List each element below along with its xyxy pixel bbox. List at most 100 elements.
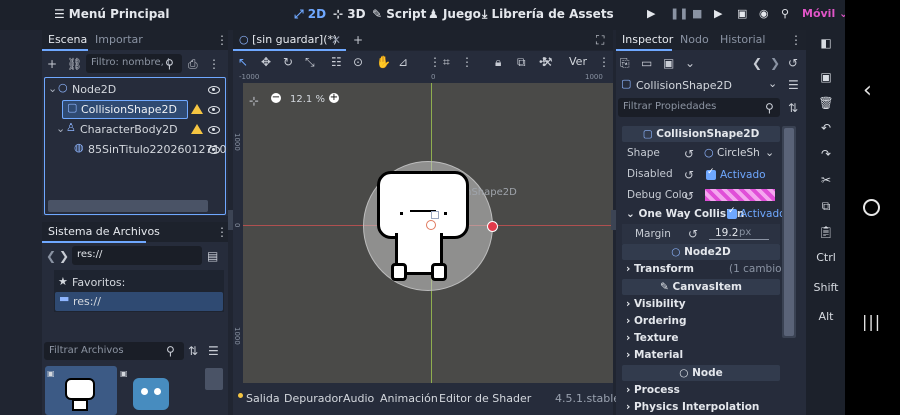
disabled-checkbox[interactable] — [706, 167, 716, 180]
path-input[interactable]: res:// — [72, 246, 202, 265]
mode-assetlib-button[interactable]: ⤓ Librería de Assets — [482, 7, 614, 22]
animation-tab[interactable]: Animación — [380, 392, 438, 405]
tree-item-collisionshape2d[interactable]: ▢ CollisionShape2D — [62, 100, 188, 119]
recents-nav-icon[interactable]: ||| — [862, 312, 881, 331]
delete-icon[interactable]: 🗑︎ — [810, 96, 842, 110]
res-folder-item[interactable]: ▬ res:// — [55, 292, 223, 311]
texture-category[interactable]: › Texture — [626, 332, 678, 344]
canvas-2d[interactable]: onShape2D — [243, 83, 613, 383]
revert-icon[interactable]: ↺ — [688, 227, 698, 241]
ordering-category[interactable]: › Ordering — [626, 315, 687, 327]
renderer-select[interactable]: Móvil ⌄ — [802, 7, 845, 20]
group-icon[interactable]: ⧉ — [517, 55, 526, 69]
more-vert-icon[interactable]: ⋮ — [598, 55, 610, 69]
tree-item-node2d[interactable]: ⌄ ○ Node2D — [46, 80, 224, 99]
split-view-icon[interactable]: ▤ — [207, 249, 218, 263]
transform-category[interactable]: › Transform — [626, 263, 694, 275]
more-vert-icon[interactable]: ⋮ — [461, 55, 473, 69]
inspector-scroll-thumb[interactable] — [784, 128, 794, 336]
center-view-icon[interactable]: ⊹ — [249, 94, 259, 108]
rotate-tool-icon[interactable]: ↻ — [283, 55, 293, 69]
file-thumbnail-character[interactable] — [45, 366, 117, 415]
pan-tool-icon[interactable]: ✋ — [376, 55, 391, 69]
character-head-sprite[interactable] — [377, 171, 469, 239]
save-icon[interactable]: ▣ — [810, 70, 842, 84]
visibility-eye-icon[interactable] — [208, 146, 220, 154]
alt-key-button[interactable]: Alt — [810, 310, 842, 323]
process-category[interactable]: › Process — [626, 384, 680, 396]
select-tool-icon[interactable]: ↖ — [238, 55, 248, 69]
physics-interpolation-category[interactable]: › Physics Interpolation — [626, 401, 759, 413]
warning-icon[interactable] — [191, 104, 203, 114]
wrench-icon[interactable]: ⚒ — [542, 55, 553, 69]
visibility-eye-icon[interactable] — [208, 126, 220, 134]
save-icon[interactable]: ▣ — [663, 56, 674, 70]
scale-tool-icon[interactable]: ⤡ — [305, 55, 315, 69]
more-vert-icon[interactable]: ⋮ — [216, 225, 228, 239]
remote-debug-icon[interactable]: ⚲ — [781, 7, 789, 20]
tab-scene[interactable]: Escena — [48, 33, 87, 46]
selected-node-selector[interactable]: ▢ CollisionShape2D ⌄ — [618, 75, 782, 94]
tab-import[interactable]: Importar — [95, 33, 143, 46]
close-icon[interactable]: ✕ — [331, 33, 341, 47]
tree-item-characterbody2d[interactable]: ⌄ ♙ CharacterBody2D — [46, 120, 224, 139]
revert-icon[interactable]: ↺ — [684, 189, 694, 203]
tab-filesystem[interactable]: Sistema de Archivos — [48, 225, 160, 238]
fullscreen-icon[interactable]: ⛶ — [596, 33, 604, 47]
favorites-item[interactable]: ★ Favoritos: — [58, 274, 218, 293]
link-icon[interactable]: ⛓ — [67, 57, 82, 71]
radius-handle[interactable] — [487, 221, 498, 232]
lock-icon[interactable]: 🔒︎ — [495, 55, 501, 69]
home-nav-icon[interactable] — [863, 199, 880, 216]
movie-maker-icon[interactable]: ◉ — [759, 7, 769, 20]
shift-key-button[interactable]: Shift — [810, 281, 842, 294]
mode-3d-button[interactable]: ⊹ 3D — [333, 7, 366, 21]
move-tool-icon[interactable]: ✥ — [261, 55, 271, 69]
play-custom-scene-button[interactable]: ▣ — [737, 7, 747, 20]
revert-icon[interactable]: ↺ — [684, 168, 694, 182]
audio-tab[interactable]: Audio — [343, 392, 374, 405]
material-category[interactable]: › Material — [626, 349, 683, 361]
output-tab[interactable]: Salida — [246, 392, 280, 405]
sort-icon[interactable]: ⇅ — [188, 344, 198, 358]
more-vert-icon[interactable]: ⋮ — [208, 57, 220, 71]
visibility-category[interactable]: › Visibility — [626, 298, 686, 310]
mode-script-button[interactable]: ✎ Script — [372, 7, 426, 21]
pivot-tool-icon[interactable]: ⊙ — [353, 55, 363, 69]
godot-logo-icon[interactable] — [133, 378, 169, 410]
new-resource-icon[interactable]: ⎘ — [620, 56, 630, 70]
pause-button[interactable]: ❚❚ — [670, 7, 688, 20]
open-folder-icon[interactable]: ▭ — [641, 56, 652, 70]
property-filter-input[interactable]: Filtrar Propiedades — [618, 98, 780, 117]
tree-item-sprite[interactable]: ◍ 85SinTitulo22026012710 — [46, 140, 227, 159]
revert-icon[interactable]: ↺ — [684, 147, 694, 161]
smart-snap-icon[interactable]: ⌗ — [443, 55, 450, 69]
filesystem-scrollbar[interactable] — [205, 368, 223, 390]
shader-editor-tab[interactable]: Editor de Shader — [439, 392, 531, 405]
resource-menu-icon[interactable]: ⌄ — [685, 56, 695, 70]
zoom-label[interactable]: 12.1 % — [290, 94, 325, 105]
debug-color-swatch[interactable] — [705, 189, 775, 201]
mode-2d-button[interactable]: ⤢ 2D — [294, 7, 326, 22]
ruler-tool-icon[interactable]: ⊿ — [398, 55, 408, 69]
forward-arrow-icon[interactable]: ❯ — [770, 56, 780, 70]
visibility-eye-icon[interactable] — [208, 106, 220, 114]
debugger-tab[interactable]: Depurador — [284, 392, 343, 405]
inspector-scrollbar[interactable] — [782, 126, 796, 338]
list-tool-icon[interactable]: ☷ — [331, 55, 342, 69]
paste-icon[interactable]: 📋︎ — [810, 225, 842, 239]
tab-unsaved-scene[interactable]: ○ [sin guardar](*) — [239, 33, 337, 46]
forward-arrow-icon[interactable]: ❯ — [59, 249, 69, 263]
more-vert-icon[interactable]: ⋮ — [216, 33, 228, 47]
zoom-in-icon[interactable]: + — [329, 93, 339, 103]
view-menu[interactable]: Ver — [569, 55, 587, 68]
main-menu-button[interactable]: ☰ Menú Principal — [54, 7, 170, 21]
object-menu-icon[interactable]: ☰ — [788, 78, 799, 92]
pivot-gizmo-icon[interactable] — [426, 220, 436, 230]
margin-spinbox[interactable]: 19.2 px — [705, 225, 773, 242]
file-filter-input[interactable]: Filtrar Archivos — [44, 342, 184, 360]
scene-tree-scrollbar[interactable] — [48, 200, 208, 212]
one-way-checkbox[interactable] — [727, 206, 737, 219]
tab-inspector[interactable]: Inspector — [622, 33, 673, 46]
back-arrow-icon[interactable]: ❮ — [752, 56, 762, 70]
